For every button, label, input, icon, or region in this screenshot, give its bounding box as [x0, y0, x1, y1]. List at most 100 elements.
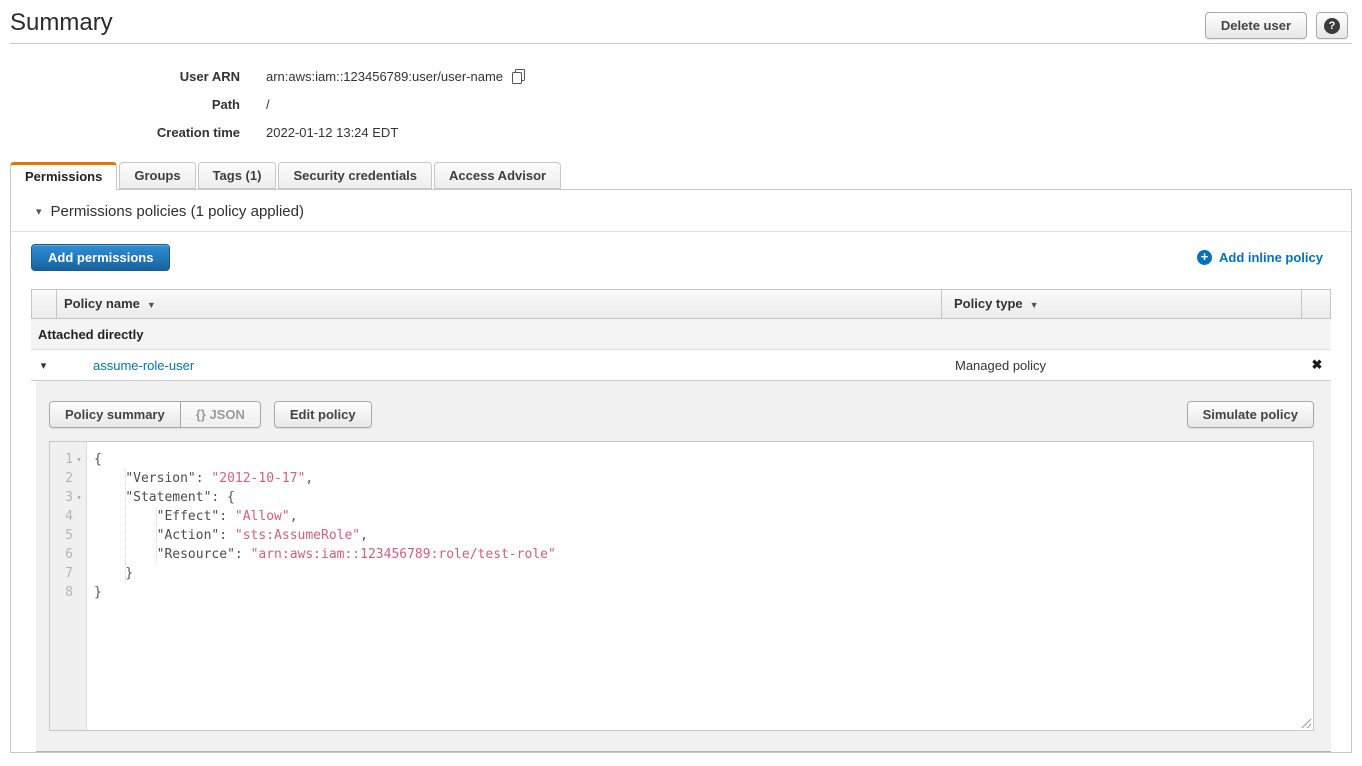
policy-name-header-label: Policy name [64, 296, 140, 311]
policy-type-column-header[interactable]: Policy type ▼ [942, 290, 1302, 318]
page-header: Summary Delete user ? [10, 0, 1352, 44]
code-token: "Allow" [235, 509, 290, 524]
code-line: } [94, 564, 1313, 583]
tab-security-credentials[interactable]: Security credentials [278, 162, 432, 189]
line-number: 5 [65, 528, 73, 543]
code-token: "Action" [157, 528, 220, 543]
json-policy-editor[interactable]: 1▾23▾45678 { "Version": "2012-10-17", "S… [49, 441, 1314, 731]
code-token: "sts:AssumeRole" [235, 528, 360, 543]
tabs: PermissionsGroupsTags (1)Security creden… [10, 162, 1362, 189]
header-buttons: Delete user ? [1205, 12, 1348, 39]
fold-icon[interactable]: ▾ [73, 493, 85, 502]
tab-tags-1[interactable]: Tags (1) [198, 162, 277, 189]
code-token: "Effect" [157, 509, 220, 524]
tab-groups[interactable]: Groups [119, 162, 195, 189]
table-row: ▾ assume-role-user Managed policy ✖ [31, 350, 1331, 381]
code-token: , [360, 528, 368, 543]
remove-policy-icon[interactable]: ✖ [1303, 357, 1331, 373]
code-token: : [219, 528, 235, 543]
sort-icon: ▼ [1030, 300, 1039, 310]
expander-column-header [32, 290, 57, 318]
code-token: "Resource" [157, 547, 235, 562]
sort-icon: ▼ [147, 300, 156, 310]
gutter-line: 1▾ [50, 450, 86, 469]
line-number: 8 [65, 585, 73, 600]
code-token: } [94, 566, 133, 581]
tab-permissions[interactable]: Permissions [10, 162, 117, 190]
group-row-attached-directly: Attached directly [31, 319, 1331, 350]
editor-code-area: { "Version": "2012-10-17", "Statement": … [87, 442, 1313, 730]
permissions-panel: ▾Permissions policies (1 policy applied)… [10, 189, 1352, 753]
info-label: Path [0, 97, 240, 112]
simulate-policy-button[interactable]: Simulate policy [1187, 401, 1314, 428]
code-line: "Action": "sts:AssumeRole", [94, 526, 1313, 545]
gutter-line: 8 [50, 583, 86, 602]
code-token: : { [211, 490, 234, 505]
gutter-line: 3▾ [50, 488, 86, 507]
gutter-line: 4 [50, 507, 86, 526]
code-line: } [94, 583, 1313, 602]
line-number: 2 [65, 471, 73, 486]
info-label: Creation time [0, 125, 240, 140]
info-value: / [266, 97, 270, 112]
view-toggle-group: Policy summary {} JSON [49, 401, 261, 428]
edit-policy-button[interactable]: Edit policy [274, 401, 372, 428]
code-token: : [235, 547, 251, 562]
plus-icon: + [1197, 250, 1212, 265]
policy-table: Policy name ▼ Policy type ▼ Attached direc… [31, 289, 1331, 752]
question-mark-icon: ? [1324, 18, 1340, 34]
info-row: Path / [0, 90, 1362, 118]
indent-guide [156, 507, 157, 564]
code-token: "Statement" [125, 490, 211, 505]
gutter-line: 7 [50, 564, 86, 583]
help-button[interactable]: ? [1316, 12, 1348, 39]
add-inline-policy-label: Add inline policy [1219, 250, 1323, 265]
line-number: 6 [65, 547, 73, 562]
info-label: User ARN [0, 69, 240, 84]
code-line: "Version": "2012-10-17", [94, 469, 1313, 488]
code-token: "Version" [125, 471, 195, 486]
actions-row: Add permissions + Add inline policy [11, 232, 1351, 271]
user-info: User ARN arn:aws:iam::123456789:user/user… [0, 62, 1362, 146]
info-row: Creation time2022-01-12 13:24 EDT [0, 118, 1362, 146]
info-value: arn:aws:iam::123456789:user/user-name [266, 69, 503, 84]
page-title: Summary [10, 0, 1352, 37]
line-number: 4 [65, 509, 73, 524]
policy-summary-button[interactable]: Policy summary [49, 401, 181, 428]
tab-access-advisor[interactable]: Access Advisor [434, 162, 561, 189]
code-line: "Statement": { [94, 488, 1313, 507]
gutter-line: 6 [50, 545, 86, 564]
code-token: } [94, 585, 102, 600]
copy-icon[interactable] [511, 68, 526, 84]
row-expander[interactable]: ▾ [31, 359, 56, 372]
resize-handle[interactable] [1300, 717, 1312, 729]
json-view-button[interactable]: {} JSON [181, 401, 261, 428]
policy-detail-panel: Policy summary {} JSON Edit policy Simul… [36, 381, 1331, 752]
policy-type-cell: Managed policy [943, 358, 1303, 373]
policy-name-column-header[interactable]: Policy name ▼ [57, 290, 942, 318]
code-token: : [196, 471, 212, 486]
policy-name-link[interactable]: assume-role-user [93, 358, 194, 373]
add-inline-policy-link[interactable]: + Add inline policy [1197, 250, 1323, 265]
code-token: , [305, 471, 313, 486]
info-row: User ARN arn:aws:iam::123456789:user/user… [0, 62, 1362, 90]
line-number: 1 [65, 452, 73, 467]
policy-name-cell: assume-role-user [56, 358, 943, 373]
code-token: "arn:aws:iam::123456789:role/test-role" [251, 547, 556, 562]
chevron-down-icon: ▾ [36, 205, 42, 218]
line-number: 7 [65, 566, 73, 581]
code-token [94, 471, 125, 486]
gutter-line: 5 [50, 526, 86, 545]
code-line: { [94, 450, 1313, 469]
gutter-line: 2 [50, 469, 86, 488]
code-token: , [290, 509, 298, 524]
delete-user-button[interactable]: Delete user [1205, 12, 1307, 39]
code-token: "2012-10-17" [211, 471, 305, 486]
fold-icon[interactable]: ▾ [73, 455, 85, 464]
permissions-policies-section-header[interactable]: ▾Permissions policies (1 policy applied) [11, 190, 1351, 232]
code-line: "Effect": "Allow", [94, 507, 1313, 526]
policy-type-header-label: Policy type [954, 296, 1023, 311]
code-token [94, 490, 125, 505]
add-permissions-button[interactable]: Add permissions [31, 244, 170, 271]
table-header-row: Policy name ▼ Policy type ▼ [31, 289, 1331, 319]
